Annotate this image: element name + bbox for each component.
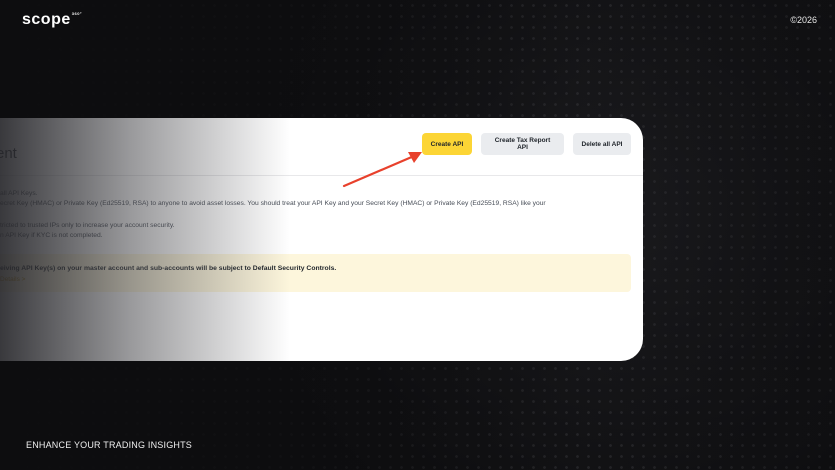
page-title: ent [0,145,17,162]
card-fade-overlay [0,118,290,361]
logo-text: scope [22,11,71,28]
info-line: n API Key if KYC is not completed. [0,232,103,239]
copyright: ©2026 [790,15,817,25]
notice-details-link[interactable]: Details > [0,276,25,283]
logo-mark: 360° [71,11,83,16]
info-line: ecret Key (HMAC) or Private Key (Ed25519… [0,200,546,207]
info-line: all API Keys. [0,190,38,197]
info-line: tricted to trusted IPs only to increase … [0,222,175,229]
notice-text: eiving API Key(s) on your master account… [0,265,337,272]
scope-logo: scope360° [22,11,82,29]
arrow-icon [342,152,422,188]
create-tax-report-api-button[interactable]: Create Tax Report API [481,133,564,155]
security-notice: eiving API Key(s) on your master account… [0,254,631,292]
divider [0,175,643,176]
delete-all-api-button[interactable]: Delete all API [573,133,631,155]
api-management-screenshot: ent Create API Create Tax Report API Del… [0,118,643,361]
tagline: ENHANCE YOUR TRADING INSIGHTS [26,440,192,450]
